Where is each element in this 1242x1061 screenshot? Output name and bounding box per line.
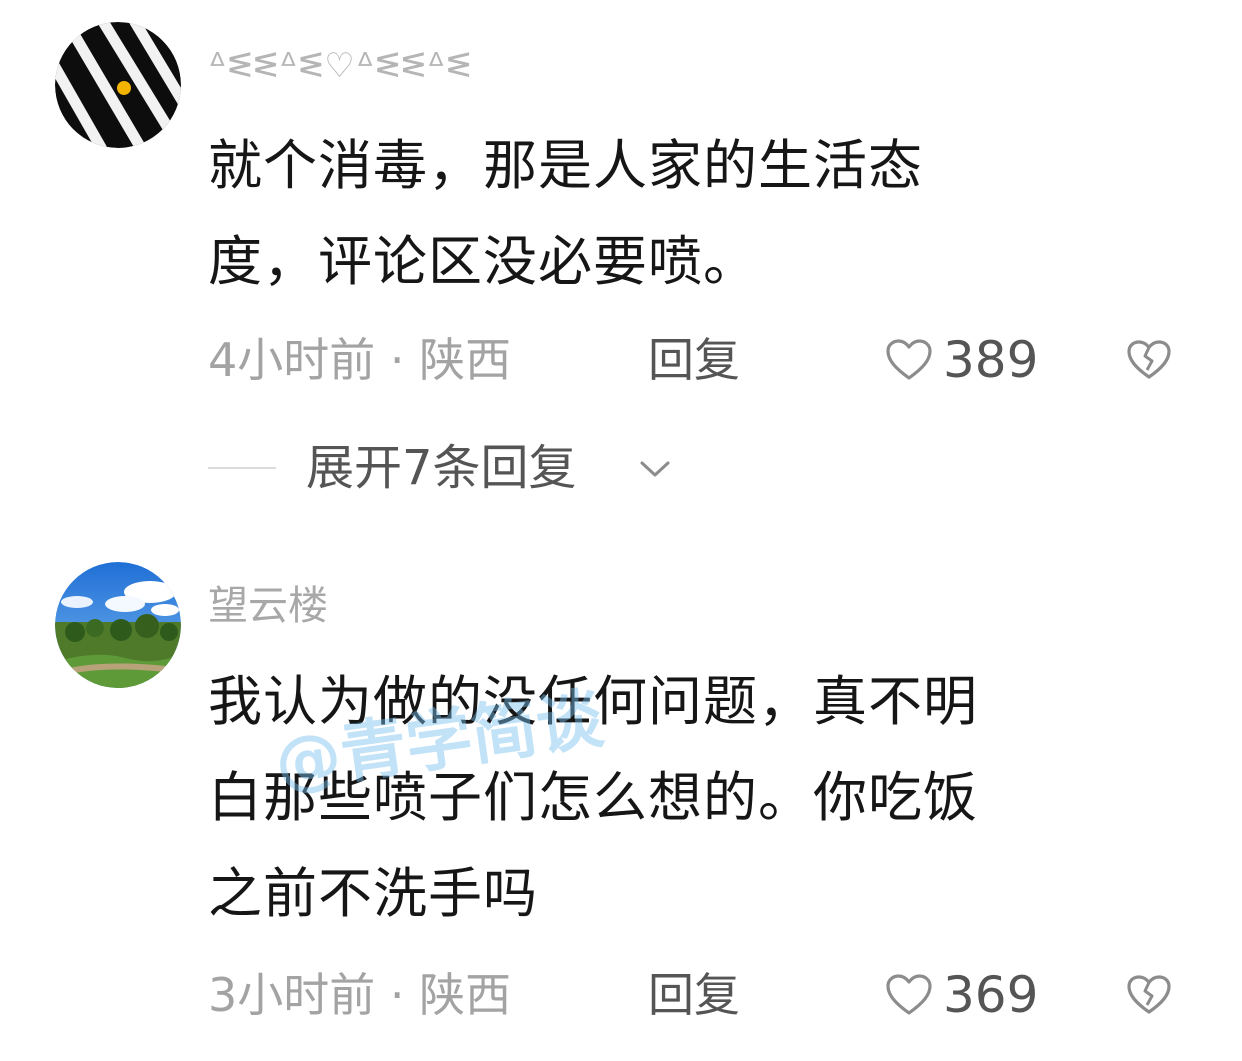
username[interactable]: ᐞᓬᓬᐞᓬ♡ᐞᓬᓬᐞᓬ (208, 40, 472, 92)
comment-text: 就个消毒，那是人家的生活态 度，评论区没必要喷。 (208, 118, 1158, 310)
reply-button[interactable]: 回复 (648, 325, 740, 395)
comment-text-line: 度，评论区没必要喷。 (208, 230, 758, 293)
comment-meta: 4小时前 · 陕西 回复 389 (208, 325, 1208, 395)
divider (208, 467, 276, 469)
broken-heart-icon[interactable] (1126, 974, 1172, 1016)
comment-text-line: 白那些喷子们怎么想的。你吃饭 (208, 766, 978, 829)
broken-heart-icon[interactable] (1126, 339, 1172, 381)
chevron-down-icon (640, 461, 670, 477)
avatar[interactable] (55, 22, 181, 148)
comment-text-line: 之前不洗手吗 (208, 862, 538, 925)
comment-item: ᐞᓬᓬᐞᓬ♡ᐞᓬᓬᐞᓬ 就个消毒，那是人家的生活态 度，评论区没必要喷。 4小时… (0, 0, 1242, 530)
comment-text-line: 就个消毒，那是人家的生活态 (208, 134, 923, 197)
comment-text-line: 我认为做的没任何问题，真不明 (208, 670, 978, 733)
heart-outline-icon[interactable] (885, 973, 933, 1017)
separator: · (389, 968, 405, 1022)
time: 4小时前 (208, 333, 376, 387)
location: 陕西 (419, 333, 512, 387)
location: 陕西 (419, 968, 512, 1022)
heart-outline-icon[interactable] (885, 338, 933, 382)
like-count: 369 (943, 966, 1039, 1024)
time-location: 4小时前 · 陕西 (208, 325, 511, 395)
time: 3小时前 (208, 968, 376, 1022)
avatar-image (55, 22, 181, 148)
comment-text: 我认为做的没任何问题，真不明 白那些喷子们怎么想的。你吃饭 之前不洗手吗 (208, 654, 1158, 942)
avatar-image (55, 562, 181, 688)
reply-button[interactable]: 回复 (648, 960, 740, 1030)
avatar[interactable] (55, 562, 181, 688)
comment-item: 望云楼 我认为做的没任何问题，真不明 白那些喷子们怎么想的。你吃饭 之前不洗手吗… (0, 540, 1242, 1061)
time-location: 3小时前 · 陕西 (208, 960, 511, 1030)
expand-replies-label: 展开7条回复 (306, 440, 577, 496)
separator: · (389, 333, 405, 387)
comment-meta: 3小时前 · 陕西 回复 369 (208, 960, 1208, 1030)
username[interactable]: 望云楼 (208, 580, 328, 632)
expand-replies-button[interactable]: 展开7条回复 (208, 438, 728, 498)
like-count: 389 (943, 331, 1039, 389)
